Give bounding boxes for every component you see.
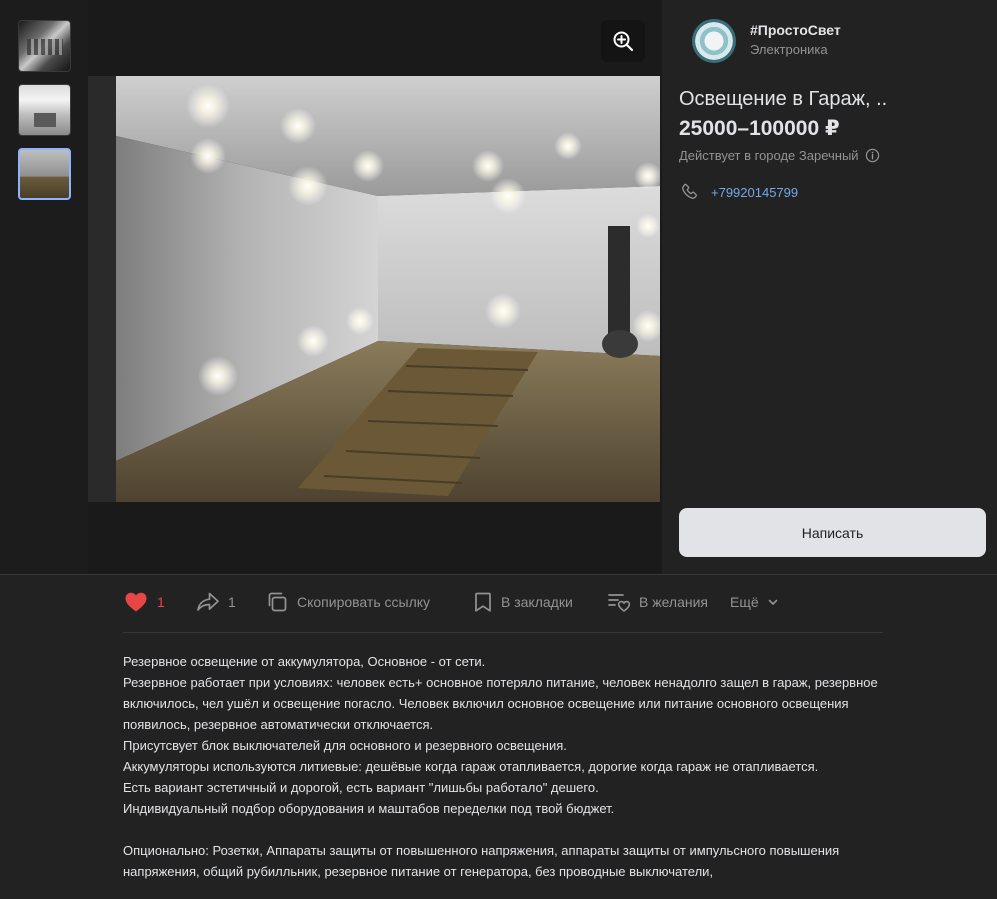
seller-name[interactable]: #ПростоСвет xyxy=(750,22,841,38)
like-button[interactable]: 1 xyxy=(123,591,196,613)
share-count: 1 xyxy=(228,594,236,610)
description-line: Опционально: Розетки, Аппараты защиты от… xyxy=(123,843,840,879)
zoom-in-icon xyxy=(613,31,634,52)
seller-avatar[interactable] xyxy=(692,19,736,63)
product-modal: #ПростоСвет Электроника Освещение в Гара… xyxy=(0,0,997,899)
copy-link-label: Скопировать ссылку xyxy=(297,594,431,610)
wishlist-label: В желания xyxy=(639,594,709,610)
share-icon xyxy=(197,592,219,611)
phone-row: +79920145799 xyxy=(679,182,798,202)
garage-photo xyxy=(88,76,660,502)
more-button[interactable]: Ещё xyxy=(730,594,779,610)
description-line: Резервное работает при условиях: человек… xyxy=(123,675,878,732)
more-label: Ещё xyxy=(730,594,759,610)
seller-category: Электроника xyxy=(750,42,828,57)
city-note: Действует в городе Заречный xyxy=(679,148,880,163)
description-line: Резервное освещение от аккумулятора, Осн… xyxy=(123,654,486,669)
item-price: 25000–100000 ₽ xyxy=(679,117,840,140)
wishlist-button[interactable]: В желания xyxy=(607,591,730,613)
description-line: Индивидуальный подбор оборудования и маш… xyxy=(123,801,615,816)
phone-number[interactable]: +79920145799 xyxy=(711,185,798,200)
thumbnail-2[interactable] xyxy=(18,84,71,136)
phone-icon xyxy=(682,183,697,199)
bookmark-icon xyxy=(475,592,491,612)
item-description: Резервное освещение от аккумулятора, Осн… xyxy=(123,651,883,882)
info-icon[interactable] xyxy=(865,148,880,163)
info-panel: #ПростоСвет Электроника Освещение в Гара… xyxy=(662,0,997,574)
city-note-text: Действует в городе Заречный xyxy=(679,148,859,163)
item-title: Освещение в Гараж, .. xyxy=(679,88,888,110)
divider xyxy=(123,632,883,633)
copy-link-button[interactable]: Скопировать ссылку xyxy=(265,590,473,614)
description-line: Присутсвует блок выключателей для основн… xyxy=(123,738,567,753)
heart-icon xyxy=(125,592,147,612)
chevron-down-icon xyxy=(768,599,777,605)
image-viewer xyxy=(88,0,662,574)
bookmark-label: В закладки xyxy=(501,594,573,610)
share-button[interactable]: 1 xyxy=(196,591,265,613)
divider xyxy=(0,574,997,575)
bookmark-button[interactable]: В закладки xyxy=(473,591,607,613)
description-line: Есть вариант эстетичный и дорогой, есть … xyxy=(123,780,599,795)
zoom-button[interactable] xyxy=(601,20,645,62)
like-count: 1 xyxy=(157,594,165,610)
action-bar: 1 1 Скопировать ссылку В закладки В жела… xyxy=(123,588,883,616)
wishlist-icon xyxy=(608,594,631,612)
thumbnail-3-selected[interactable] xyxy=(18,148,71,200)
description-line: Аккумуляторы используются литиевые: дешё… xyxy=(123,759,819,774)
copy-icon xyxy=(268,592,287,612)
thumbnail-1[interactable] xyxy=(18,20,71,72)
write-button[interactable]: Написать xyxy=(679,508,986,557)
thumbnail-strip xyxy=(0,0,88,574)
